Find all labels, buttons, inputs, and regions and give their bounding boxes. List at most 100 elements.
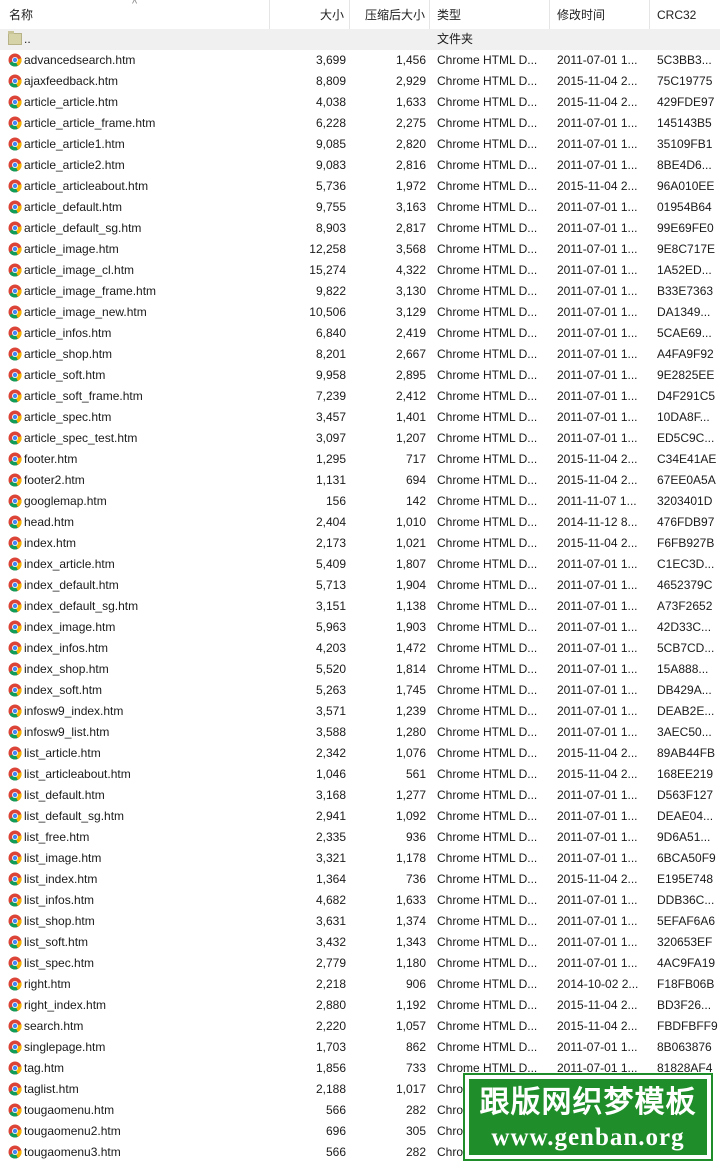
file-row[interactable]: index_soft.htm 5,263 1,745 Chrome HTML D...… (0, 680, 720, 701)
file-type: Chrome HTML D... (437, 788, 538, 802)
column-header-modified[interactable]: 修改时间 (550, 0, 650, 29)
file-size: 566 (325, 1103, 346, 1117)
file-row[interactable]: infosw9_list.htm 3,588 1,280 Chrome HTML D.… (0, 722, 720, 743)
column-header-compressed[interactable]: 压缩后大小 (350, 0, 430, 29)
file-name: head.htm (24, 515, 75, 529)
file-size: 3,588 (315, 725, 346, 739)
file-row[interactable]: article_default_sg.htm 8,903 2,817 Chrome H… (0, 218, 720, 239)
file-row[interactable]: right_index.htm 2,880 1,192 Chrome HTML D..… (0, 995, 720, 1016)
file-modified: 2011-07-01 1... (557, 200, 638, 214)
file-row[interactable]: article_soft.htm 9,958 2,895 Chrome HTML D.… (0, 365, 720, 386)
file-row[interactable]: article_image_new.htm 10,506 3,129 Chrome H… (0, 302, 720, 323)
column-header-type[interactable]: 类型 (430, 0, 550, 29)
column-header-crc[interactable]: CRC32 (650, 0, 720, 29)
file-row[interactable]: search.htm 2,220 1,057 Chrome HTML D... 2015… (0, 1016, 720, 1037)
file-row[interactable]: index_shop.htm 5,520 1,814 Chrome HTML D...… (0, 659, 720, 680)
chrome-icon (8, 1061, 22, 1075)
file-row[interactable]: article_article.htm 4,038 1,633 Chrome HTML… (0, 92, 720, 113)
file-crc: 4652379C (657, 578, 713, 592)
file-row[interactable]: list_free.htm 2,335 936 Chrome HTML D... 201… (0, 827, 720, 848)
chrome-icon (8, 809, 22, 823)
file-size: 156 (325, 494, 346, 508)
file-row[interactable]: index_default_sg.htm 3,151 1,138 Chrome HTM… (0, 596, 720, 617)
file-crc: 1A52ED... (657, 263, 712, 277)
file-row[interactable]: article_image_cl.htm 15,274 4,322 Chrome HT… (0, 260, 720, 281)
file-row[interactable]: list_articleabout.htm 1,046 561 Chrome HTML… (0, 764, 720, 785)
file-row[interactable]: right.htm 2,218 906 Chrome HTML D... 2014-10… (0, 974, 720, 995)
file-row[interactable]: article_default.htm 9,755 3,163 Chrome HTML… (0, 197, 720, 218)
file-modified: 2011-07-01 1... (557, 662, 638, 676)
file-row[interactable]: index_article.htm 5,409 1,807 Chrome HTML D… (0, 554, 720, 575)
file-crc: 476FDB97 (657, 515, 715, 529)
file-row[interactable]: googlemap.htm 156 142 Chrome HTML D... 2011-… (0, 491, 720, 512)
file-compressed-size: 3,130 (395, 284, 426, 298)
file-row[interactable]: list_article.htm 2,342 1,076 Chrome HTML D.… (0, 743, 720, 764)
file-row[interactable]: list_shop.htm 3,631 1,374 Chrome HTML D... 2… (0, 911, 720, 932)
file-row[interactable]: index_infos.htm 4,203 1,472 Chrome HTML D..… (0, 638, 720, 659)
file-size: 2,173 (315, 536, 346, 550)
column-header-size[interactable]: 大小 (270, 0, 350, 29)
chrome-icon (8, 1103, 22, 1117)
file-type: Chrome HTML D... (437, 116, 538, 130)
file-row[interactable]: infosw9_index.htm 3,571 1,239 Chrome HTML D… (0, 701, 720, 722)
file-row[interactable]: footer2.htm 1,131 694 Chrome HTML D... 2015-… (0, 470, 720, 491)
file-name: index_image.htm (24, 620, 116, 634)
file-crc: 15A888... (657, 662, 709, 676)
file-compressed-size: 1,972 (395, 179, 426, 193)
column-header-name[interactable]: 名称 ^ (0, 0, 270, 29)
file-row[interactable]: article_soft_frame.htm 7,239 2,412 Chrome H… (0, 386, 720, 407)
parent-folder-row[interactable]: .. 文件夹 (0, 29, 720, 50)
file-row[interactable]: index_default.htm 5,713 1,904 Chrome HTML D… (0, 575, 720, 596)
file-row[interactable]: footer.htm 1,295 717 Chrome HTML D... 2015-1… (0, 449, 720, 470)
file-row[interactable]: advancedsearch.htm 3,699 1,456 Chrome HTML … (0, 50, 720, 71)
file-type: 文件夹 (437, 32, 474, 46)
file-crc: 3203401D (657, 494, 713, 508)
file-modified: 2011-07-01 1... (557, 830, 638, 844)
file-type: Chrome HTML D... (437, 53, 538, 67)
chrome-icon (8, 494, 22, 508)
file-modified: 2011-07-01 1... (557, 158, 638, 172)
file-size: 10,506 (309, 305, 346, 319)
file-compressed-size: 2,816 (395, 158, 426, 172)
file-size: 7,239 (315, 389, 346, 403)
file-crc: 9E8C717E (657, 242, 716, 256)
file-row[interactable]: article_shop.htm 8,201 2,667 Chrome HTML D.… (0, 344, 720, 365)
chrome-icon (8, 1019, 22, 1033)
file-type: Chrome HTML D... (437, 410, 538, 424)
file-row[interactable]: article_spec_test.htm 3,097 1,207 Chrome HT… (0, 428, 720, 449)
file-row[interactable]: list_index.htm 1,364 736 Chrome HTML D... 20… (0, 869, 720, 890)
file-row[interactable]: article_spec.htm 3,457 1,401 Chrome HTML D.… (0, 407, 720, 428)
file-row[interactable]: list_default.htm 3,168 1,277 Chrome HTML D.… (0, 785, 720, 806)
file-row[interactable]: article_article_frame.htm 6,228 2,275 Chrom… (0, 113, 720, 134)
file-compressed-size: 694 (405, 473, 426, 487)
file-row[interactable]: list_default_sg.htm 2,941 1,092 Chrome HTML… (0, 806, 720, 827)
file-row[interactable]: article_article2.htm 9,083 2,816 Chrome HTM… (0, 155, 720, 176)
file-row[interactable]: list_image.htm 3,321 1,178 Chrome HTML D...… (0, 848, 720, 869)
file-row[interactable]: singlepage.htm 1,703 862 Chrome HTML D... 20… (0, 1037, 720, 1058)
file-row[interactable]: index.htm 2,173 1,021 Chrome HTML D... 2015-… (0, 533, 720, 554)
file-compressed-size: 3,163 (395, 200, 426, 214)
file-size: 15,274 (309, 263, 346, 277)
file-row[interactable]: ajaxfeedback.htm 8,809 2,929 Chrome HTML D.… (0, 71, 720, 92)
file-size: 3,097 (315, 431, 346, 445)
file-compressed-size: 3,568 (395, 242, 426, 256)
file-compressed-size: 1,138 (395, 599, 426, 613)
file-row[interactable]: article_articleabout.htm 5,736 1,972 Chrome… (0, 176, 720, 197)
file-row[interactable]: head.htm 2,404 1,010 Chrome HTML D... 2014-1… (0, 512, 720, 533)
file-row[interactable]: article_image.htm 12,258 3,568 Chrome HTML … (0, 239, 720, 260)
file-size: 3,321 (315, 851, 346, 865)
file-type: Chrome HTML D... (437, 515, 538, 529)
file-row[interactable]: article_image_frame.htm 9,822 3,130 Chrome … (0, 281, 720, 302)
file-row[interactable]: index_image.htm 5,963 1,903 Chrome HTML D..… (0, 617, 720, 638)
file-row[interactable]: list_soft.htm 3,432 1,343 Chrome HTML D... 2… (0, 932, 720, 953)
chrome-icon (8, 704, 22, 718)
file-row[interactable]: list_spec.htm 2,779 1,180 Chrome HTML D... 2… (0, 953, 720, 974)
file-row[interactable]: article_infos.htm 6,840 2,419 Chrome HTML D… (0, 323, 720, 344)
file-row[interactable]: list_infos.htm 4,682 1,633 Chrome HTML D...… (0, 890, 720, 911)
column-header-size-label: 大小 (319, 8, 344, 22)
file-crc: 6BCA50F9 (657, 851, 716, 865)
watermark-url: www.genban.org (491, 1124, 685, 1151)
file-name: article_image.htm (24, 242, 119, 256)
file-row[interactable]: article_article1.htm 9,085 2,820 Chrome HTM… (0, 134, 720, 155)
file-type: Chrome HTML D... (437, 179, 538, 193)
